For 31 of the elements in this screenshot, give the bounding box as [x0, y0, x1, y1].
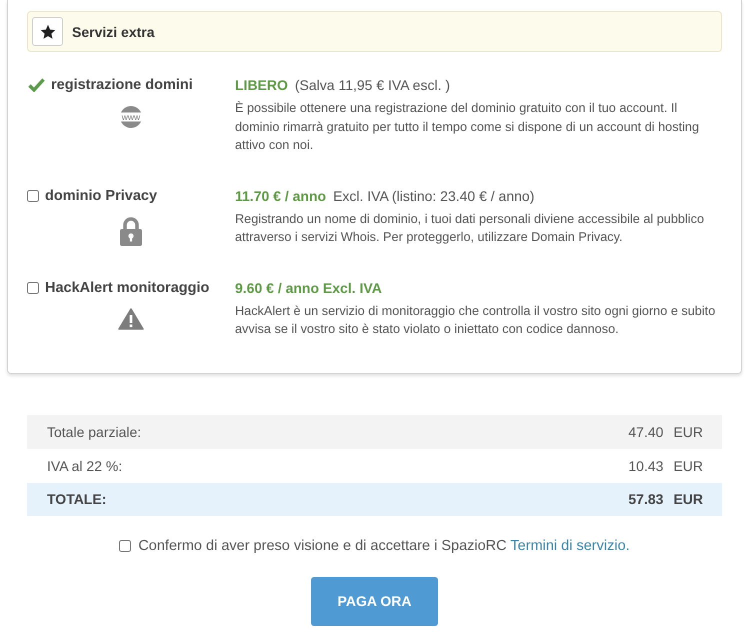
service-name: registrazione domini	[51, 77, 193, 93]
pay-button[interactable]: PAGA ORA	[311, 576, 438, 626]
total-label: IVA al 22 %:	[47, 458, 124, 474]
service-description: HackAlert è un servizio di monitoraggio che controlla il vostro sito ogni giorno e subito avvisa se il vostro sito è stato violato o iniettato con codice dannoso.	[235, 302, 716, 338]
warning-icon	[118, 308, 144, 330]
total-amount: 57.83	[628, 491, 664, 507]
terms-link[interactable]: Termini di servizio.	[510, 538, 630, 554]
total-amount: 47.40	[628, 424, 664, 440]
currency-label: EUR	[673, 491, 703, 507]
service-price: 11.70 € / anno	[235, 188, 326, 204]
check-icon	[28, 78, 45, 92]
terms-checkbox[interactable]	[119, 540, 132, 552]
total-label: TOTALE:	[47, 491, 108, 507]
lock-icon	[119, 216, 143, 246]
price-note: Excl. IVA (listino: 23.40 € / anno)	[333, 188, 534, 204]
service-description: È possibile ottenere una registrazione del dominio gratuito con il tuo account. Il dominio rimarrà gratuito per tutto il tempo come si dispone di un account di hosting attivo con noi.	[235, 100, 700, 154]
service-name: HackAlert monitoraggio	[45, 280, 210, 296]
currency-label: EUR	[673, 458, 703, 474]
service-checkbox[interactable]	[27, 282, 39, 294]
service-name: dominio Privacy	[45, 188, 158, 204]
www-icon: www	[117, 105, 145, 129]
currency-label: EUR	[673, 424, 703, 440]
total-label: Totale parziale:	[47, 424, 142, 440]
total-amount: 10.43	[628, 458, 664, 474]
section-title: Servizi extra	[72, 24, 154, 40]
service-price: LIBERO	[235, 77, 288, 93]
service-checkbox[interactable]	[27, 190, 39, 202]
service-description: Registrando un nome di dominio, i tuoi dati personali diviene accessibile al pubblico attraverso i servizi Whois. Per proteggerlo, utilizzare Domain Privacy.	[235, 210, 706, 246]
terms-text: Confermo di aver preso visione e di accettare i SpazioRC Termini di servizio.	[138, 538, 630, 554]
price-note: (Salva 11,95 € IVA escl. )	[294, 77, 450, 93]
service-price: 9.60 € / anno Excl. IVA	[235, 280, 382, 296]
